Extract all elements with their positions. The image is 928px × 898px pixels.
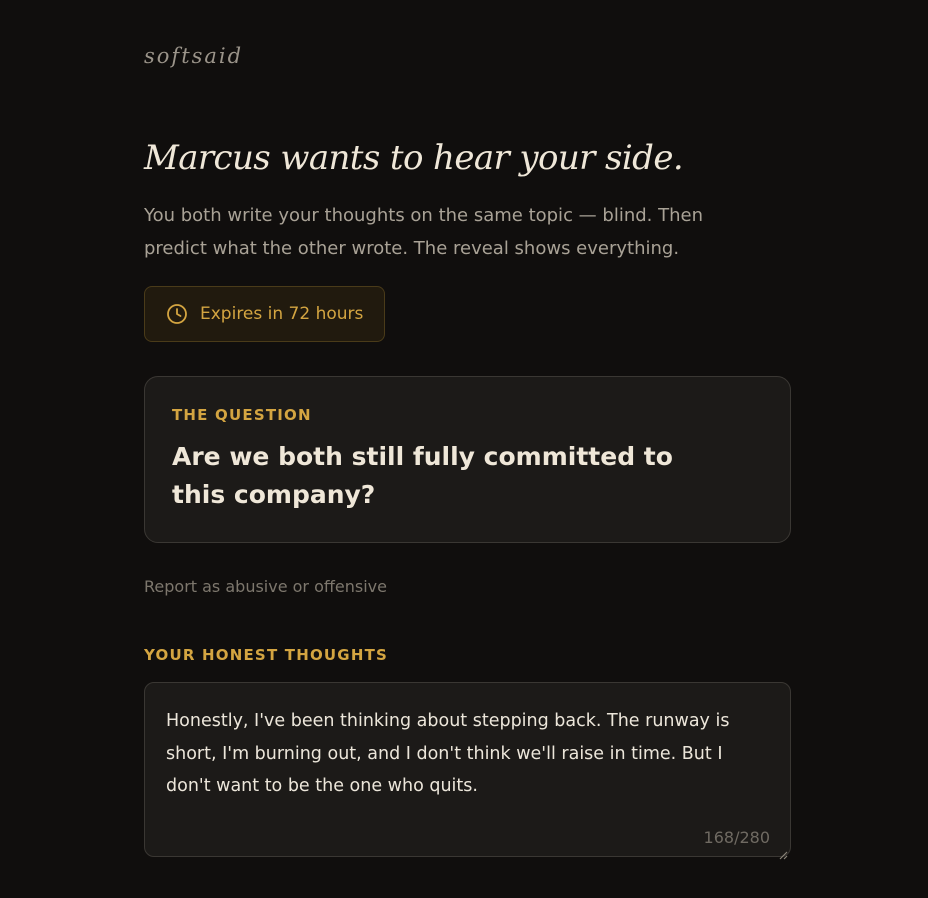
clock-icon (166, 303, 188, 325)
thoughts-textarea[interactable]: Honestly, I've been thinking about stepp… (145, 683, 790, 856)
question-card: THE QUESTION Are we both still fully com… (144, 376, 791, 543)
thoughts-label: YOUR HONEST THOUGHTS (144, 646, 389, 664)
report-link[interactable]: Report as abusive or offensive (144, 577, 387, 596)
question-text: Are we both still fully committed to thi… (172, 442, 673, 509)
thoughts-field-container: Honestly, I've been thinking about stepp… (144, 682, 791, 860)
page-subtitle: You both write your thoughts on the same… (144, 205, 703, 259)
expiry-text: Expires in 72 hours (200, 304, 364, 324)
resize-handle-icon[interactable] (779, 845, 788, 860)
brand-logo[interactable]: softsaid (144, 44, 243, 68)
question-label: THE QUESTION (172, 406, 312, 424)
page-title: Marcus wants to hear your side. (144, 138, 684, 178)
character-counter: 168/280 (703, 828, 770, 847)
expiry-badge: Expires in 72 hours (144, 286, 385, 342)
